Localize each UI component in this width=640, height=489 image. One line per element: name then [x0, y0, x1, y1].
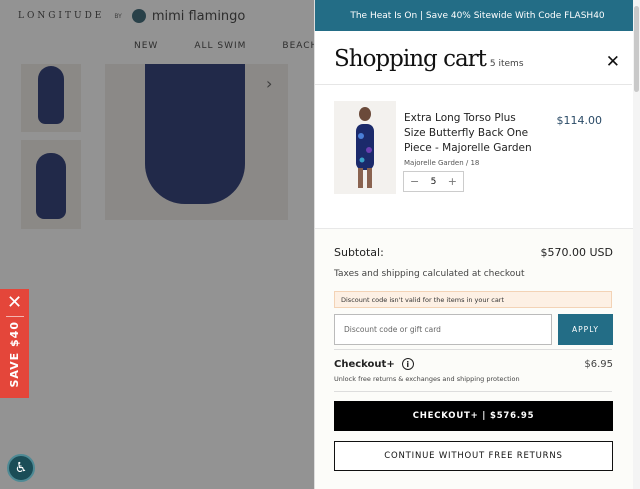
cart-drawer: The Heat Is On | Save 40% Sitewide With … — [314, 0, 640, 489]
subtotal-label: Subtotal: — [334, 246, 384, 259]
cart-header: Shopping cart 5 items ✕ — [334, 46, 620, 82]
cart-item-count: 5 items — [489, 59, 524, 69]
page-scrollbar[interactable] — [633, 0, 640, 489]
close-icon[interactable]: ✕ — [606, 52, 620, 72]
item-variant: Majorelle Garden / 18 — [404, 159, 480, 167]
promo-banner: The Heat Is On | Save 40% Sitewide With … — [315, 0, 640, 31]
apply-discount-button[interactable]: APPLY — [558, 314, 613, 345]
divider — [315, 84, 632, 85]
discount-error-notice: Discount code isn't valid for the items … — [334, 291, 612, 308]
cart-summary: Subtotal: $570.00 USD Taxes and shipping… — [315, 228, 640, 489]
checkout-plus-description: Unlock free returns & exchanges and ship… — [334, 375, 520, 383]
save-offer-label[interactable]: SAVE $40 — [8, 321, 21, 388]
checkout-plus-label: Checkout+ — [334, 358, 395, 370]
info-icon[interactable]: i — [401, 358, 414, 370]
subtotal-value: $570.00 USD — [540, 246, 614, 259]
checkout-plus-price: $6.95 — [584, 358, 613, 370]
checkout-plus-row: Checkout+ i $6.95 — [334, 358, 613, 370]
increase-quantity-button[interactable]: + — [448, 175, 457, 188]
quantity-stepper: − 5 + — [403, 171, 464, 192]
save-offer-tab[interactable]: ✕ SAVE $40 — [0, 289, 29, 398]
quantity-value[interactable]: 5 — [431, 177, 437, 187]
continue-without-returns-button[interactable]: CONTINUE WITHOUT FREE RETURNS — [334, 441, 613, 471]
modal-overlay[interactable] — [0, 0, 314, 489]
item-price: $114.00 — [556, 114, 603, 127]
item-title[interactable]: Extra Long Torso Plus Size Butterfly Bac… — [404, 111, 532, 156]
cart-title: Shopping cart — [334, 46, 487, 72]
subtotal-row: Subtotal: $570.00 USD — [334, 246, 613, 259]
divider — [334, 349, 612, 350]
swimsuit-image — [356, 106, 374, 188]
product-image[interactable] — [334, 101, 396, 194]
cart-line-item: Extra Long Torso Plus Size Butterfly Bac… — [334, 101, 620, 197]
discount-code-input[interactable] — [334, 314, 552, 345]
checkout-plus-button[interactable]: CHECKOUT+ | $576.95 — [334, 401, 613, 431]
decrease-quantity-button[interactable]: − — [410, 175, 419, 188]
tax-note: Taxes and shipping calculated at checkou… — [334, 269, 525, 279]
close-icon[interactable]: ✕ — [7, 294, 22, 312]
accessibility-icon[interactable]: ♿ — [7, 454, 35, 482]
divider — [334, 391, 612, 392]
divider — [5, 315, 24, 317]
